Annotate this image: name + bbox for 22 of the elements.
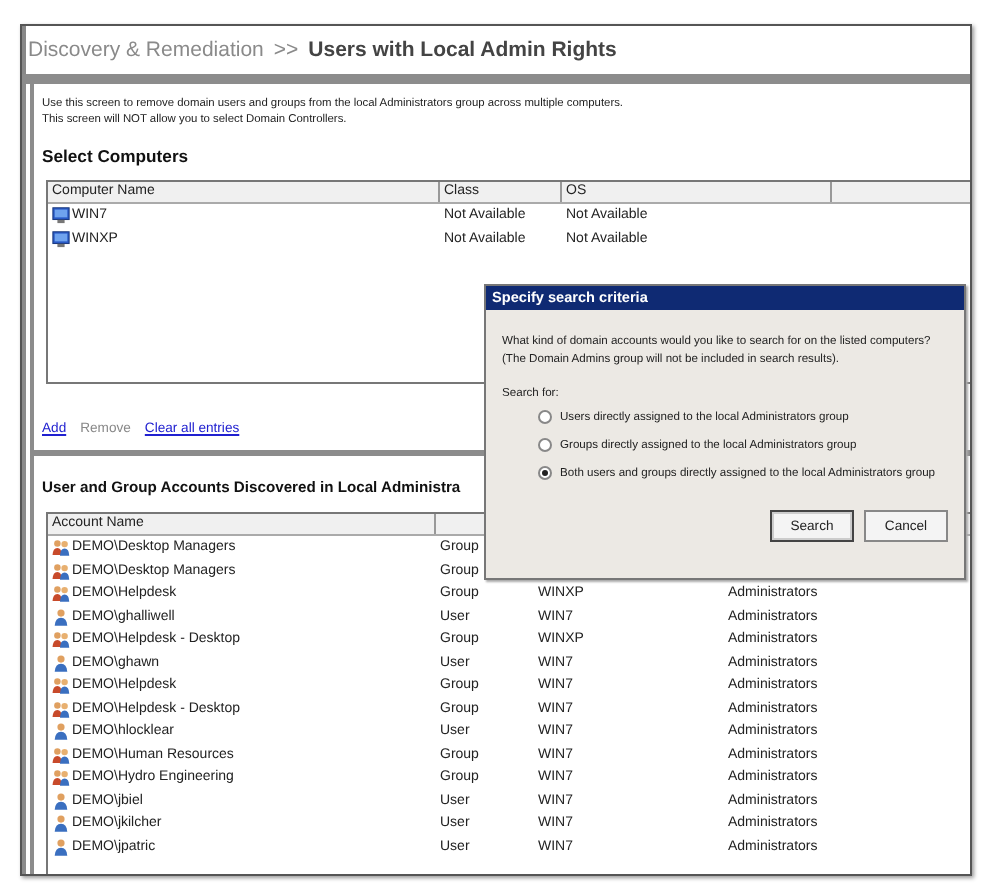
computer-icon xyxy=(52,206,70,225)
group-icon xyxy=(52,538,70,557)
section-heading: Select Computers xyxy=(42,146,191,166)
user-icon xyxy=(52,791,70,810)
group-icon xyxy=(52,699,70,718)
radio-button[interactable] xyxy=(538,438,552,452)
radio-button[interactable] xyxy=(538,410,552,424)
group-icon xyxy=(52,676,70,695)
user-icon xyxy=(52,722,70,741)
page-title: Users with Local Admin Rights xyxy=(308,38,617,62)
group-icon xyxy=(52,584,70,603)
group-icon xyxy=(52,630,70,649)
group-icon xyxy=(52,561,70,580)
group-icon xyxy=(52,745,70,764)
radio-button[interactable] xyxy=(538,466,552,480)
computer-icon xyxy=(52,229,70,248)
user-icon xyxy=(52,607,70,626)
user-icon xyxy=(52,653,70,672)
user-icon xyxy=(52,814,70,833)
group-icon xyxy=(52,768,70,787)
breadcrumb-separator: >> xyxy=(273,38,299,62)
user-icon xyxy=(52,837,70,856)
